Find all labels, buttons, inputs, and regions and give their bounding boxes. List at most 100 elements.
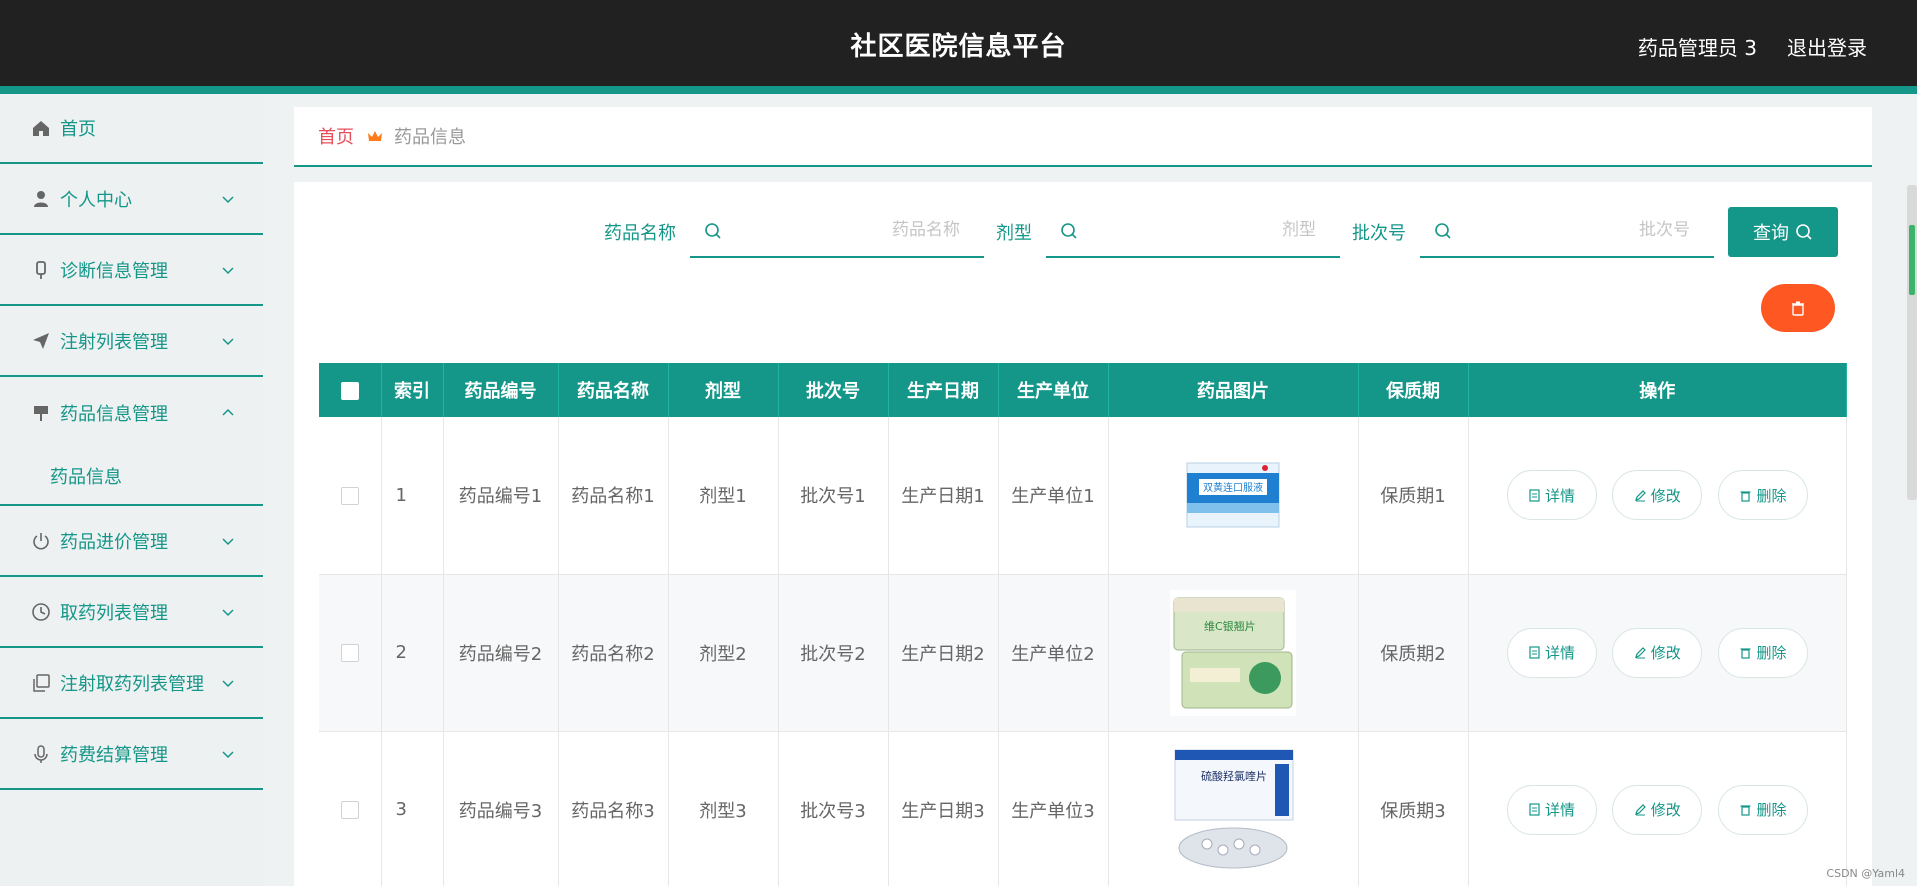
- cell-index: 1: [381, 417, 444, 575]
- sidebar-subitem-drug-info[interactable]: 药品信息: [0, 448, 263, 506]
- select-all-cell: [319, 363, 382, 417]
- page-scrollbar[interactable]: [1907, 185, 1917, 500]
- watermark: CSDN @Yaml4: [1826, 867, 1905, 880]
- edit-icon: [1634, 804, 1646, 816]
- detail-button-label: 详情: [1545, 801, 1576, 819]
- copy-icon: [30, 672, 52, 694]
- drug-image-caption: 双黄连口服液: [1203, 481, 1263, 494]
- clock-icon: [30, 601, 52, 623]
- detail-button[interactable]: 详情: [1506, 470, 1597, 521]
- scrollbar-grip[interactable]: [1909, 225, 1915, 295]
- batch-input[interactable]: [1460, 206, 1700, 254]
- cell-shelf-life: 保质期3: [1358, 731, 1469, 886]
- sidebar-item-label: 取药列表管理: [60, 602, 168, 624]
- row-select-cell: [319, 574, 382, 732]
- col-header: 索引: [381, 363, 444, 417]
- edit-button[interactable]: 修改: [1612, 627, 1703, 678]
- crown-icon: [368, 131, 382, 141]
- mic-icon: [30, 743, 52, 765]
- edit-icon: [1634, 489, 1646, 502]
- row-checkbox[interactable]: [340, 644, 359, 662]
- detail-button[interactable]: 详情: [1506, 627, 1597, 678]
- sidebar-item-personal-center[interactable]: 个人中心: [0, 164, 263, 235]
- chevron-up-icon: [222, 408, 234, 416]
- breadcrumb-current: 药品信息: [394, 127, 466, 148]
- drug-name-input[interactable]: [730, 206, 970, 254]
- detail-button[interactable]: 详情: [1506, 784, 1597, 835]
- col-header: 保质期: [1358, 363, 1469, 417]
- drug-name-label: 药品名称: [604, 223, 676, 244]
- edit-button[interactable]: 修改: [1612, 470, 1703, 521]
- sidebar-item-label: 药品信息管理: [60, 403, 168, 425]
- sidebar-item-injection-pickup[interactable]: 注射取药列表管理: [0, 648, 263, 719]
- row-checkbox[interactable]: [340, 801, 359, 819]
- document-icon: [1529, 803, 1540, 816]
- logout-link[interactable]: 退出登录: [1787, 32, 1867, 61]
- detail-button-label: 详情: [1545, 486, 1576, 505]
- sidebar-item-fee-settlement[interactable]: 药费结算管理: [0, 719, 263, 790]
- sidebar-item-drug-purchase[interactable]: 药品进价管理: [0, 506, 263, 577]
- delete-button-label: 删除: [1756, 486, 1787, 505]
- query-button[interactable]: 查询: [1728, 207, 1838, 257]
- sidebar: 首页 个人中心 诊断信息管理 注射列表管理 药品信息管理 药品信息 药品进价管理: [0, 94, 263, 886]
- cell-name: 药品名称2: [558, 574, 669, 732]
- cell-image: 硫酸羟氯喹片: [1108, 731, 1359, 886]
- cell-code: 药品编号1: [443, 417, 559, 575]
- cell-name: 药品名称1: [558, 417, 669, 575]
- sidebar-item-label: 药品进价管理: [60, 531, 168, 553]
- cell-date: 生产日期2: [888, 574, 999, 732]
- row-checkbox[interactable]: [340, 486, 359, 505]
- edit-button-label: 修改: [1650, 486, 1681, 505]
- cell-image: 维C银翘片: [1108, 574, 1359, 732]
- drug-table: 索引 药品编号 药品名称 剂型 批次号 生产日期 生产单位 药品图片 保质期 操…: [319, 363, 1847, 886]
- drug-image[interactable]: 双黄连口服液: [1185, 459, 1281, 531]
- sidebar-item-pickup-list[interactable]: 取药列表管理: [0, 577, 263, 648]
- sidebar-item-diagnosis[interactable]: 诊断信息管理: [0, 235, 263, 306]
- breadcrumb-home[interactable]: 首页: [318, 123, 354, 149]
- sidebar-item-home[interactable]: 首页: [0, 94, 263, 164]
- chevron-down-icon: [222, 750, 234, 758]
- row-select-cell: [319, 731, 382, 886]
- batch-label: 批次号: [1352, 223, 1406, 244]
- cell-date: 生产日期1: [888, 417, 999, 575]
- row-select-cell: [319, 417, 382, 575]
- delete-button[interactable]: 删除: [1717, 784, 1808, 835]
- cell-batch: 批次号1: [778, 417, 889, 575]
- table-row: 1 药品编号1 药品名称1 剂型1 批次号1 生产日期1 生产单位1 双黄连口服…: [319, 417, 1847, 575]
- microphone-stand-icon: [30, 259, 52, 281]
- sidebar-item-drug-info[interactable]: 药品信息管理: [0, 377, 263, 448]
- delete-button[interactable]: 删除: [1717, 470, 1808, 521]
- document-icon: [1529, 646, 1540, 659]
- chevron-down-icon: [222, 537, 234, 545]
- sidebar-item-label: 注射列表管理: [60, 331, 168, 353]
- cell-actions: 详情 修改 删除: [1468, 574, 1847, 732]
- cell-name: 药品名称3: [558, 731, 669, 886]
- current-user: 药品管理员 3: [1637, 36, 1757, 60]
- drug-image[interactable]: 硫酸羟氯喹片: [1171, 748, 1295, 872]
- col-header: 批次号: [778, 363, 889, 417]
- sidebar-item-label: 药费结算管理: [60, 744, 168, 766]
- cell-batch: 批次号3: [778, 731, 889, 886]
- chevron-down-icon: [222, 608, 234, 616]
- trash-icon: [1740, 491, 1751, 502]
- bulk-delete-button[interactable]: [1761, 284, 1835, 332]
- header-accent-bar: [0, 86, 1917, 94]
- paper-plane-icon: [30, 330, 52, 352]
- search-icon: [1435, 223, 1451, 239]
- edit-button[interactable]: 修改: [1612, 784, 1703, 835]
- cell-maker: 生产单位1: [998, 417, 1109, 575]
- delete-button-label: 删除: [1756, 644, 1787, 662]
- cell-batch: 批次号2: [778, 574, 889, 732]
- drug-image[interactable]: 维C银翘片: [1170, 589, 1296, 716]
- table-header-row: 索引 药品编号 药品名称 剂型 批次号 生产日期 生产单位 药品图片 保质期 操…: [319, 363, 1847, 417]
- cell-form: 剂型3: [668, 731, 779, 886]
- delete-button[interactable]: 删除: [1717, 627, 1808, 678]
- col-header: 操作: [1468, 363, 1847, 417]
- table-row: 3 药品编号3 药品名称3 剂型3 批次号3 生产日期3 生产单位3 硫酸羟氯喹…: [319, 731, 1847, 886]
- select-all-checkbox[interactable]: [340, 381, 359, 400]
- batch-field: [1420, 206, 1714, 258]
- document-icon: [1529, 489, 1540, 502]
- form-input[interactable]: [1086, 206, 1326, 254]
- cell-actions: 详情 修改 删除: [1468, 417, 1847, 575]
- sidebar-item-injection-list[interactable]: 注射列表管理: [0, 306, 263, 377]
